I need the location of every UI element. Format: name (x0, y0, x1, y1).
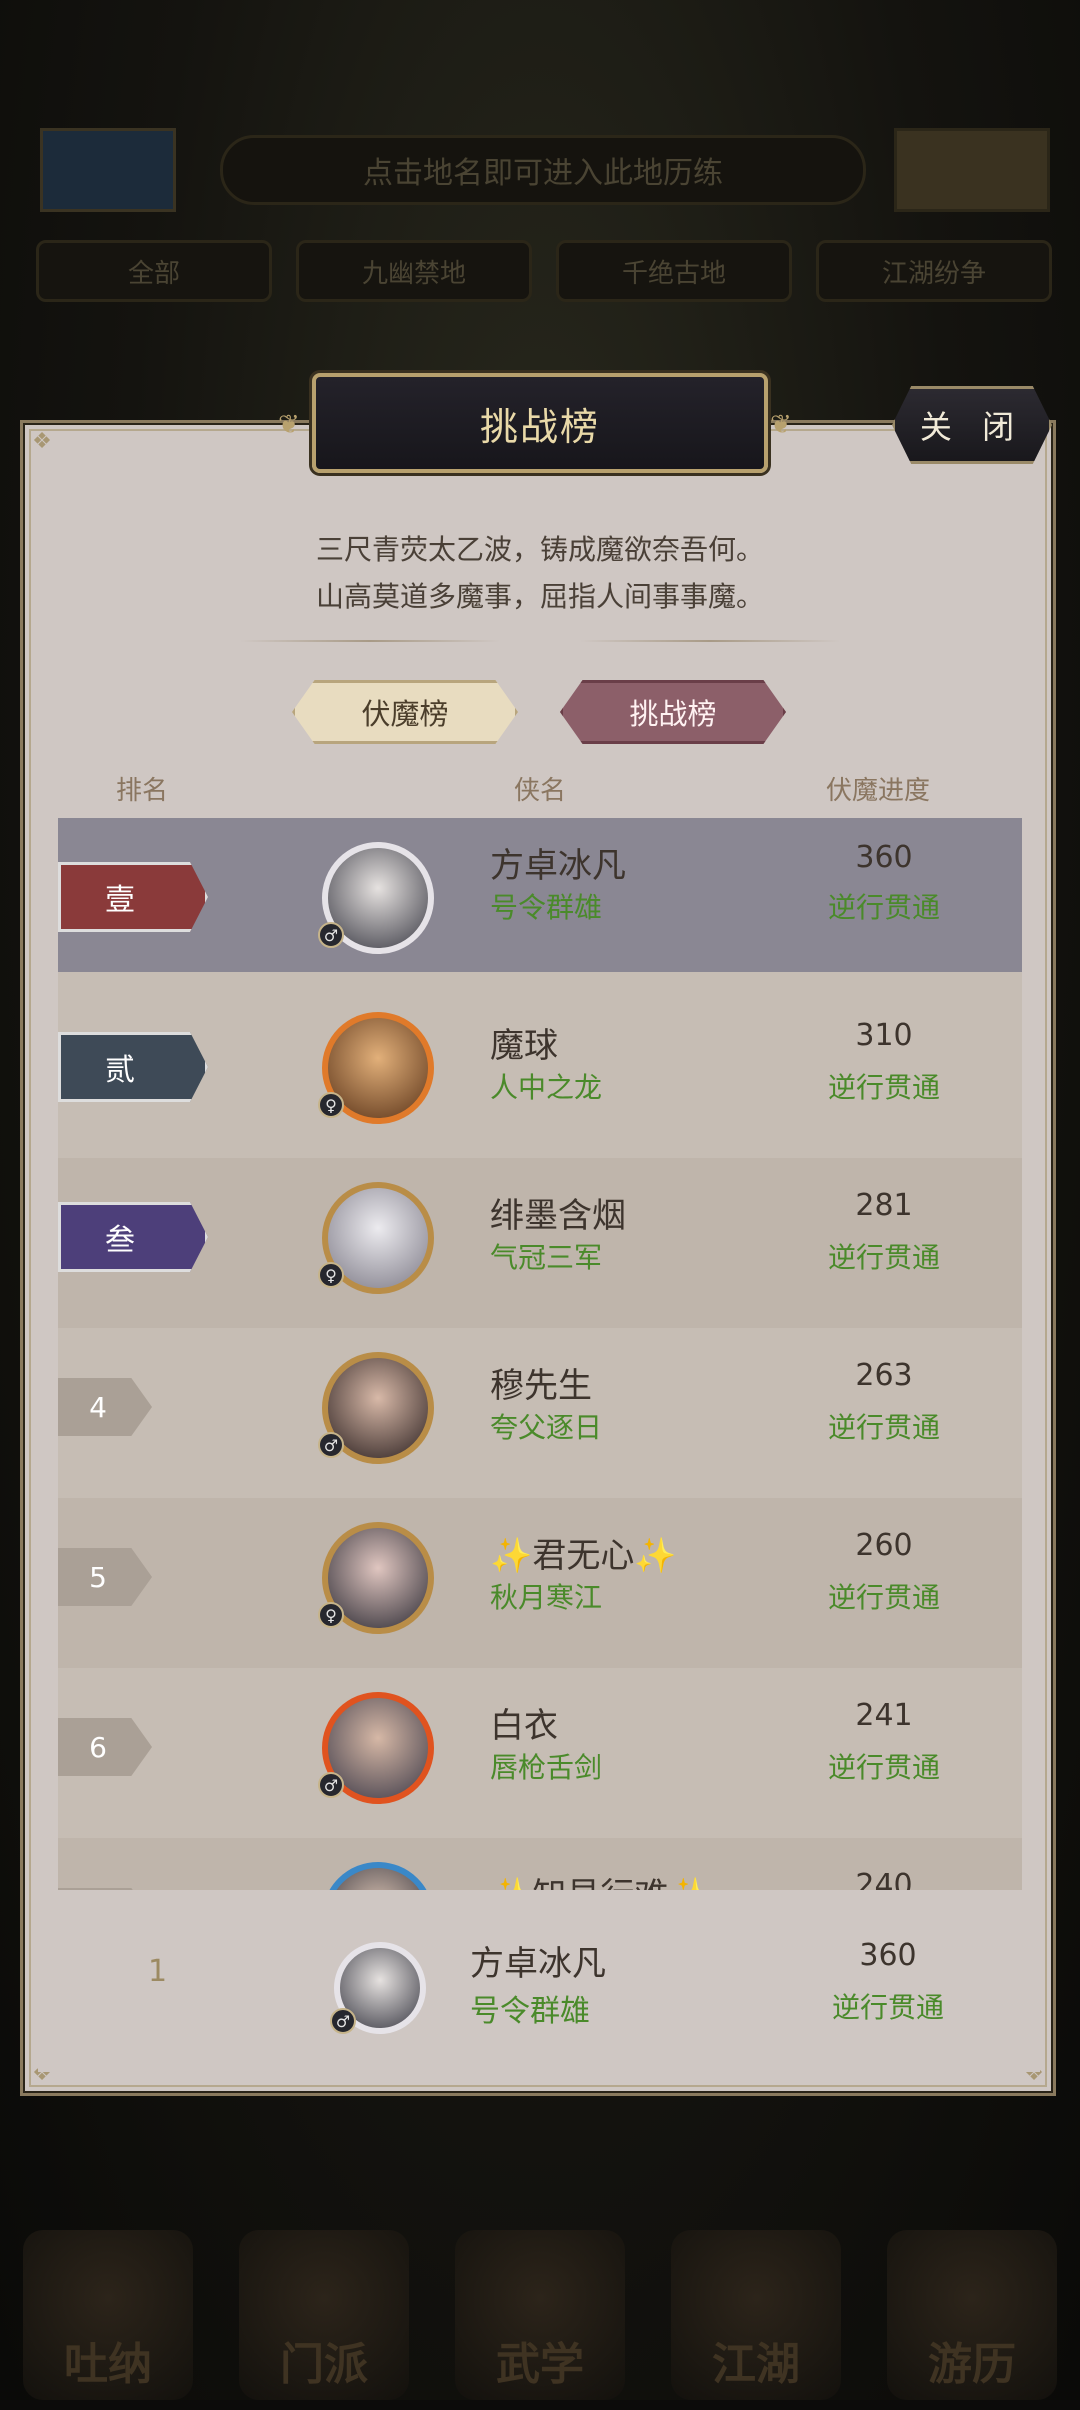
rank-badge: 壹 (58, 862, 208, 932)
gender-icon: ♂ (330, 2008, 356, 2034)
player-title: 人中之龙 (490, 1071, 603, 1104)
player-name: ✨知見行难✨ (490, 1868, 711, 1890)
ranking-row[interactable]: 壹 ♂ 方卓冰凡 号令群雄 360 逆行贯通 (58, 818, 1022, 972)
flourish-right-icon: ❦ (770, 410, 792, 440)
tab-fumo-ranking[interactable]: 伏魔榜 (292, 680, 518, 744)
player-score: 241 (855, 1698, 913, 1733)
filter-qianjue[interactable]: 千绝古地 (556, 240, 792, 302)
gender-icon: ♀ (318, 1092, 344, 1118)
player-progress: 逆行贯通 (827, 1581, 940, 1614)
gender-icon: ♀ (318, 1262, 344, 1288)
rank-badge: 叁 (58, 1202, 208, 1272)
rank-badge: 5 (58, 1548, 152, 1606)
filter-jianghu[interactable]: 江湖纷争 (816, 240, 1052, 302)
gender-icon: ♂ (318, 1432, 344, 1458)
player-title: 秋月寒江 (490, 1581, 603, 1614)
player-progress: 逆行贯通 (831, 1991, 944, 2024)
gender-icon: ♀ (318, 1602, 344, 1628)
divider-left (240, 640, 500, 642)
player-name: 方卓冰凡 (490, 846, 626, 886)
filter-jiuyou[interactable]: 九幽禁地 (296, 240, 532, 302)
player-name: ✨君无心✨ (490, 1536, 677, 1576)
player-score: 360 (859, 1938, 917, 1973)
ranking-row[interactable]: 7 ✨知見行难✨ 240 (58, 1838, 1022, 1890)
player-name: 穆先生 (490, 1366, 592, 1406)
player-score: 240 (855, 1868, 913, 1890)
player-progress: 逆行贯通 (827, 1241, 940, 1274)
player-score: 281 (855, 1188, 913, 1223)
my-rank-number: 1 (148, 1954, 168, 1989)
column-header-name: 侠名 (514, 776, 567, 806)
column-header-progress: 伏魔进度 (826, 776, 931, 806)
player-progress: 逆行贯通 (827, 1071, 940, 1104)
avatar[interactable] (322, 1862, 434, 1890)
tab-challenge-ranking[interactable]: 挑战榜 (560, 680, 786, 744)
player-name: 方卓冰凡 (470, 1944, 606, 1984)
scroll-button[interactable] (894, 128, 1050, 212)
nav-jianghu[interactable]: 江湖 (671, 2230, 841, 2400)
player-score: 310 (855, 1018, 913, 1053)
close-button[interactable]: 关 闭 (892, 386, 1052, 464)
ranking-list[interactable]: 壹 ♂ 方卓冰凡 号令群雄 360 逆行贯通 贰 ♀ 魔球 人中之龙 310 逆… (58, 818, 1022, 1890)
rank-badge: 4 (58, 1378, 152, 1436)
player-title: 号令群雄 (490, 891, 603, 924)
player-progress: 逆行贯通 (827, 1751, 940, 1784)
nav-menpai[interactable]: 门派 (239, 2230, 409, 2400)
player-progress: 逆行贯通 (827, 891, 940, 924)
ranking-row[interactable]: 6 ♂ 白衣 唇枪舌剑 241 逆行贯通 (58, 1668, 1022, 1838)
poem-line-1: 三尺青荧太乙波，铸成魔欲奈吾何。 (315, 533, 764, 566)
modal-title: 挑战榜 (312, 373, 768, 473)
player-progress: 逆行贯通 (827, 1411, 940, 1444)
filter-all[interactable]: 全部 (36, 240, 272, 302)
column-header-rank: 排名 (116, 776, 169, 806)
player-score: 260 (855, 1528, 913, 1563)
player-name: 魔球 (490, 1026, 558, 1066)
gender-icon: ♂ (318, 1772, 344, 1798)
nav-tuna[interactable]: 吐纳 (23, 2230, 193, 2400)
gender-icon: ♂ (318, 922, 344, 948)
map-button[interactable] (40, 128, 176, 212)
player-score: 360 (855, 840, 913, 875)
player-name: 白衣 (490, 1706, 558, 1746)
my-rank-row[interactable]: 1 ♂ 方卓冰凡 号令群雄 360 逆行贯通 (38, 1892, 1040, 2072)
rank-badge: 6 (58, 1718, 152, 1776)
player-title: 夸父逐日 (490, 1411, 603, 1444)
poem-line-2: 山高莫道多魔事，屈指人间事事魔。 (315, 580, 764, 613)
location-hint: 点击地名即可进入此地历练 (220, 135, 866, 205)
rank-badge: 7 (58, 1888, 152, 1890)
background-header: 点击地名即可进入此地历练 全部 九幽禁地 千绝古地 江湖纷争 (0, 0, 1080, 302)
nav-wuxue[interactable]: 武学 (455, 2230, 625, 2400)
player-title: 号令群雄 (470, 1994, 590, 2029)
ranking-row[interactable]: 5 ♀ ✨君无心✨ 秋月寒江 260 逆行贯通 (58, 1498, 1022, 1668)
bottom-nav: 吐纳 门派 武学 江湖 游历 (0, 2210, 1080, 2410)
ranking-row[interactable]: 4 ♂ 穆先生 夸父逐日 263 逆行贯通 (58, 1328, 1022, 1498)
nav-youli[interactable]: 游历 (887, 2230, 1057, 2400)
ranking-row[interactable]: 贰 ♀ 魔球 人中之龙 310 逆行贯通 (58, 988, 1022, 1158)
divider-right (580, 640, 840, 642)
corner-ornament-icon: ❖ (32, 429, 52, 454)
player-title: 气冠三军 (490, 1241, 603, 1274)
ranking-row[interactable]: 叁 ♀ 绯墨含烟 气冠三军 281 逆行贯通 (58, 1158, 1022, 1328)
player-title: 唇枪舌剑 (490, 1751, 603, 1784)
rank-badge: 贰 (58, 1032, 208, 1102)
player-score: 263 (855, 1358, 913, 1393)
player-name: 绯墨含烟 (490, 1196, 626, 1236)
